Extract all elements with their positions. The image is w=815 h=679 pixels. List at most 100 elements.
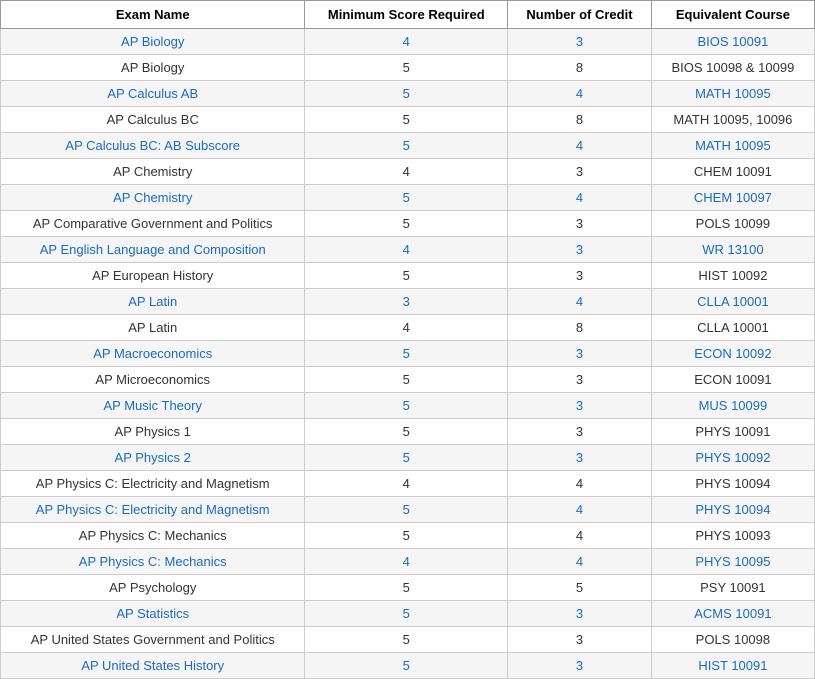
min-score: 4 — [305, 29, 508, 55]
min-score: 5 — [305, 133, 508, 159]
table-row: AP Statistics 5 3 ACMS 10091 — [1, 601, 815, 627]
min-score: 5 — [305, 55, 508, 81]
equiv-course: CLLA 10001 — [651, 315, 814, 341]
exam-name: AP Physics 1 — [1, 419, 305, 445]
min-score: 4 — [305, 549, 508, 575]
table-row: AP English Language and Composition 4 3 … — [1, 237, 815, 263]
num-credits: 5 — [508, 575, 652, 601]
min-score: 5 — [305, 653, 508, 679]
exam-name: AP United States Government and Politics — [1, 627, 305, 653]
exam-name: AP Physics C: Electricity and Magnetism — [1, 497, 305, 523]
min-score: 5 — [305, 497, 508, 523]
min-score: 5 — [305, 185, 508, 211]
exam-name: AP Latin — [1, 289, 305, 315]
table-row: AP Microeconomics 5 3 ECON 10091 — [1, 367, 815, 393]
equiv-course: PHYS 10091 — [651, 419, 814, 445]
equiv-course: MATH 10095, 10096 — [651, 107, 814, 133]
num-credits: 3 — [508, 445, 652, 471]
num-credits: 3 — [508, 237, 652, 263]
num-credits: 3 — [508, 341, 652, 367]
exam-name: AP Microeconomics — [1, 367, 305, 393]
exam-name: AP Latin — [1, 315, 305, 341]
equiv-course: MATH 10095 — [651, 133, 814, 159]
table-row: AP Biology 5 8 BIOS 10098 & 10099 — [1, 55, 815, 81]
exam-name: AP Macroeconomics — [1, 341, 305, 367]
exam-name: AP Physics C: Mechanics — [1, 523, 305, 549]
min-score: 5 — [305, 81, 508, 107]
equiv-course: BIOS 10098 & 10099 — [651, 55, 814, 81]
table-row: AP Calculus BC: AB Subscore 5 4 MATH 100… — [1, 133, 815, 159]
exam-name: AP English Language and Composition — [1, 237, 305, 263]
num-credits: 3 — [508, 419, 652, 445]
equiv-course: MATH 10095 — [651, 81, 814, 107]
num-credits: 3 — [508, 601, 652, 627]
equiv-course: ECON 10091 — [651, 367, 814, 393]
equiv-course: MUS 10099 — [651, 393, 814, 419]
table-row: AP Latin 4 8 CLLA 10001 — [1, 315, 815, 341]
num-credits: 3 — [508, 159, 652, 185]
exam-name: AP Physics C: Mechanics — [1, 549, 305, 575]
table-row: AP Physics C: Electricity and Magnetism … — [1, 471, 815, 497]
ap-credit-table: Exam Name Minimum Score Required Number … — [0, 0, 815, 679]
equiv-course: POLS 10099 — [651, 211, 814, 237]
table-row: AP Physics 2 5 3 PHYS 10092 — [1, 445, 815, 471]
header-min-score: Minimum Score Required — [305, 1, 508, 29]
num-credits: 3 — [508, 653, 652, 679]
min-score: 5 — [305, 419, 508, 445]
table-row: AP Psychology 5 5 PSY 10091 — [1, 575, 815, 601]
num-credits: 3 — [508, 627, 652, 653]
equiv-course: ECON 10092 — [651, 341, 814, 367]
num-credits: 8 — [508, 315, 652, 341]
num-credits: 4 — [508, 549, 652, 575]
num-credits: 4 — [508, 471, 652, 497]
min-score: 4 — [305, 159, 508, 185]
exam-name: AP Physics C: Electricity and Magnetism — [1, 471, 305, 497]
table-row: AP Physics C: Mechanics 5 4 PHYS 10093 — [1, 523, 815, 549]
min-score: 5 — [305, 575, 508, 601]
header-equiv-course: Equivalent Course — [651, 1, 814, 29]
min-score: 5 — [305, 445, 508, 471]
table-row: AP Chemistry 4 3 CHEM 10091 — [1, 159, 815, 185]
num-credits: 3 — [508, 211, 652, 237]
equiv-course: PHYS 10093 — [651, 523, 814, 549]
table-row: AP Macroeconomics 5 3 ECON 10092 — [1, 341, 815, 367]
equiv-course: PHYS 10095 — [651, 549, 814, 575]
equiv-course: HIST 10091 — [651, 653, 814, 679]
equiv-course: CHEM 10091 — [651, 159, 814, 185]
exam-name: AP United States History — [1, 653, 305, 679]
exam-name: AP Calculus AB — [1, 81, 305, 107]
exam-name: AP Chemistry — [1, 159, 305, 185]
equiv-course: ACMS 10091 — [651, 601, 814, 627]
min-score: 5 — [305, 627, 508, 653]
exam-name: AP Biology — [1, 55, 305, 81]
num-credits: 4 — [508, 523, 652, 549]
exam-name: AP Biology — [1, 29, 305, 55]
min-score: 5 — [305, 107, 508, 133]
num-credits: 8 — [508, 55, 652, 81]
min-score: 5 — [305, 393, 508, 419]
table-row: AP Physics 1 5 3 PHYS 10091 — [1, 419, 815, 445]
table-row: AP Calculus BC 5 8 MATH 10095, 10096 — [1, 107, 815, 133]
exam-name: AP Physics 2 — [1, 445, 305, 471]
table-row: AP Comparative Government and Politics 5… — [1, 211, 815, 237]
table-row: AP Music Theory 5 3 MUS 10099 — [1, 393, 815, 419]
min-score: 3 — [305, 289, 508, 315]
equiv-course: PSY 10091 — [651, 575, 814, 601]
equiv-course: WR 13100 — [651, 237, 814, 263]
exam-name: AP Psychology — [1, 575, 305, 601]
num-credits: 3 — [508, 367, 652, 393]
equiv-course: PHYS 10094 — [651, 497, 814, 523]
equiv-course: CHEM 10097 — [651, 185, 814, 211]
num-credits: 4 — [508, 289, 652, 315]
exam-name: AP Chemistry — [1, 185, 305, 211]
table-row: AP Chemistry 5 4 CHEM 10097 — [1, 185, 815, 211]
table-row: AP Physics C: Mechanics 4 4 PHYS 10095 — [1, 549, 815, 575]
num-credits: 3 — [508, 29, 652, 55]
equiv-course: HIST 10092 — [651, 263, 814, 289]
min-score: 4 — [305, 471, 508, 497]
table-row: AP Biology 4 3 BIOS 10091 — [1, 29, 815, 55]
table-row: AP European History 5 3 HIST 10092 — [1, 263, 815, 289]
num-credits: 4 — [508, 497, 652, 523]
num-credits: 3 — [508, 393, 652, 419]
min-score: 5 — [305, 263, 508, 289]
